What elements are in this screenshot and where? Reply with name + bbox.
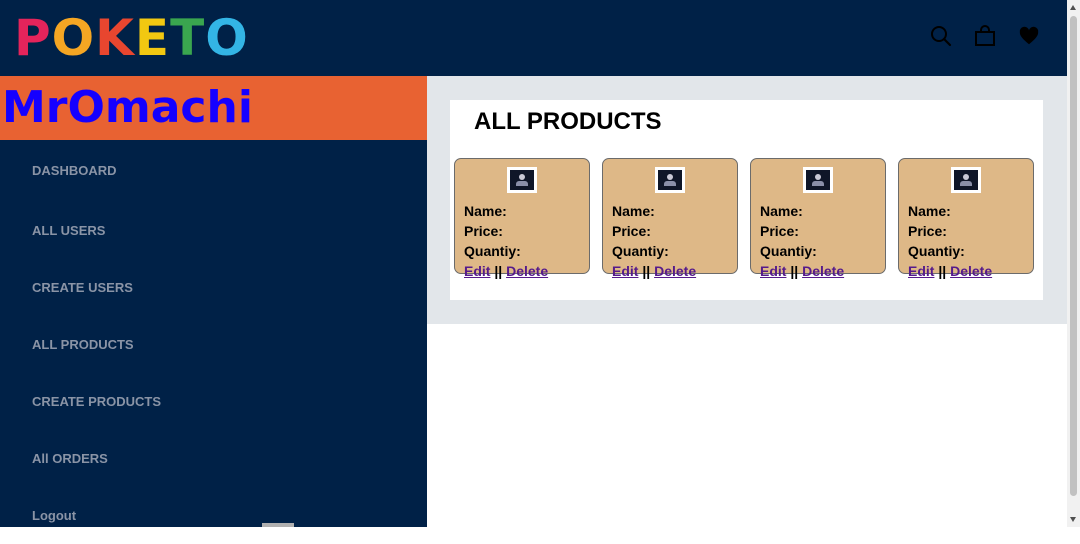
action-separator: || — [642, 263, 651, 279]
edit-link[interactable]: Edit — [612, 263, 638, 279]
scroll-up-arrow-icon[interactable] — [1070, 5, 1076, 10]
product-quantity-label: Quantiy: — [760, 243, 817, 259]
logo-letter-p: P — [14, 9, 52, 67]
logo-letter-e: E — [134, 9, 171, 67]
product-quantity-label: Quantiy: — [908, 243, 965, 259]
action-separator: || — [938, 263, 947, 279]
product-image — [507, 167, 537, 193]
delete-link[interactable]: Delete — [950, 263, 992, 279]
sidebar-nav: DASHBOARD ALL USERS CREATE USERS ALL PRO… — [0, 140, 427, 544]
product-name-label: Name: — [464, 203, 507, 219]
sidebar-item-dashboard[interactable]: DASHBOARD — [0, 140, 427, 202]
logo-letter-o2: O — [205, 9, 249, 67]
edit-link[interactable]: Edit — [464, 263, 490, 279]
action-separator: || — [790, 263, 799, 279]
logo-letter-t: T — [170, 9, 206, 67]
shopping-bag-icon[interactable] — [973, 24, 997, 48]
product-card: Name: Price: Quantiy: Edit || Delete — [602, 158, 738, 279]
product-price-label: Price: — [612, 223, 651, 239]
product-name-label: Name: — [612, 203, 655, 219]
poketo-logo[interactable]: POKETO — [14, 10, 249, 66]
edit-link[interactable]: Edit — [908, 263, 934, 279]
product-actions: Edit || Delete — [760, 261, 844, 281]
product-name-label: Name: — [760, 203, 803, 219]
vertical-scrollbar[interactable] — [1067, 0, 1080, 527]
scrollbar-thumb[interactable] — [1070, 16, 1077, 496]
action-separator: || — [494, 263, 503, 279]
product-actions: Edit || Delete — [464, 261, 548, 281]
product-quantity-label: Quantiy: — [612, 243, 669, 259]
product-card: Name: Price: Quantiy: Edit || Delete — [898, 158, 1034, 279]
product-card: Name: Price: Quantiy: Edit || Delete — [454, 158, 590, 279]
top-header: POKETO — [0, 0, 1067, 76]
page-title: ALL PRODUCTS — [474, 108, 662, 135]
product-image — [951, 167, 981, 193]
sidebar-item-create-products[interactable]: CREATE PRODUCTS — [0, 373, 427, 430]
products-panel: ALL PRODUCTS Name: Price: Quantiy: Edit … — [450, 100, 1043, 300]
delete-link[interactable]: Delete — [506, 263, 548, 279]
sidebar-item-logout[interactable]: Logout — [0, 487, 427, 544]
product-image — [655, 167, 685, 193]
logo-letter-k: K — [95, 9, 135, 67]
product-price-label: Price: — [908, 223, 947, 239]
edit-link[interactable]: Edit — [760, 263, 786, 279]
product-price-label: Price: — [760, 223, 799, 239]
product-name-label: Name: — [908, 203, 951, 219]
search-icon[interactable] — [929, 24, 953, 48]
sidebar-item-all-products[interactable]: ALL PRODUCTS — [0, 316, 427, 373]
product-image — [803, 167, 833, 193]
sidebar-brand: MrOmachi — [0, 76, 427, 140]
header-actions — [929, 24, 1041, 48]
sidebar-item-all-users[interactable]: ALL USERS — [0, 202, 427, 259]
main-content: ALL PRODUCTS Name: Price: Quantiy: Edit … — [427, 76, 1067, 324]
sidebar-item-create-users[interactable]: CREATE USERS — [0, 259, 427, 316]
sidebar: MrOmachi DASHBOARD ALL USERS CREATE USER… — [0, 76, 427, 527]
logo-letter-o: O — [51, 9, 96, 67]
horizontal-scrollbar-thumb[interactable] — [262, 523, 294, 527]
product-card: Name: Price: Quantiy: Edit || Delete — [750, 158, 886, 279]
product-price-label: Price: — [464, 223, 503, 239]
product-list: Name: Price: Quantiy: Edit || Delete Nam… — [454, 158, 1034, 279]
product-actions: Edit || Delete — [612, 261, 696, 281]
delete-link[interactable]: Delete — [802, 263, 844, 279]
product-quantity-label: Quantiy: — [464, 243, 521, 259]
scroll-down-arrow-icon[interactable] — [1070, 517, 1076, 522]
sidebar-item-all-orders[interactable]: All ORDERS — [0, 430, 427, 487]
product-actions: Edit || Delete — [908, 261, 992, 281]
heart-icon[interactable] — [1017, 24, 1041, 48]
delete-link[interactable]: Delete — [654, 263, 696, 279]
